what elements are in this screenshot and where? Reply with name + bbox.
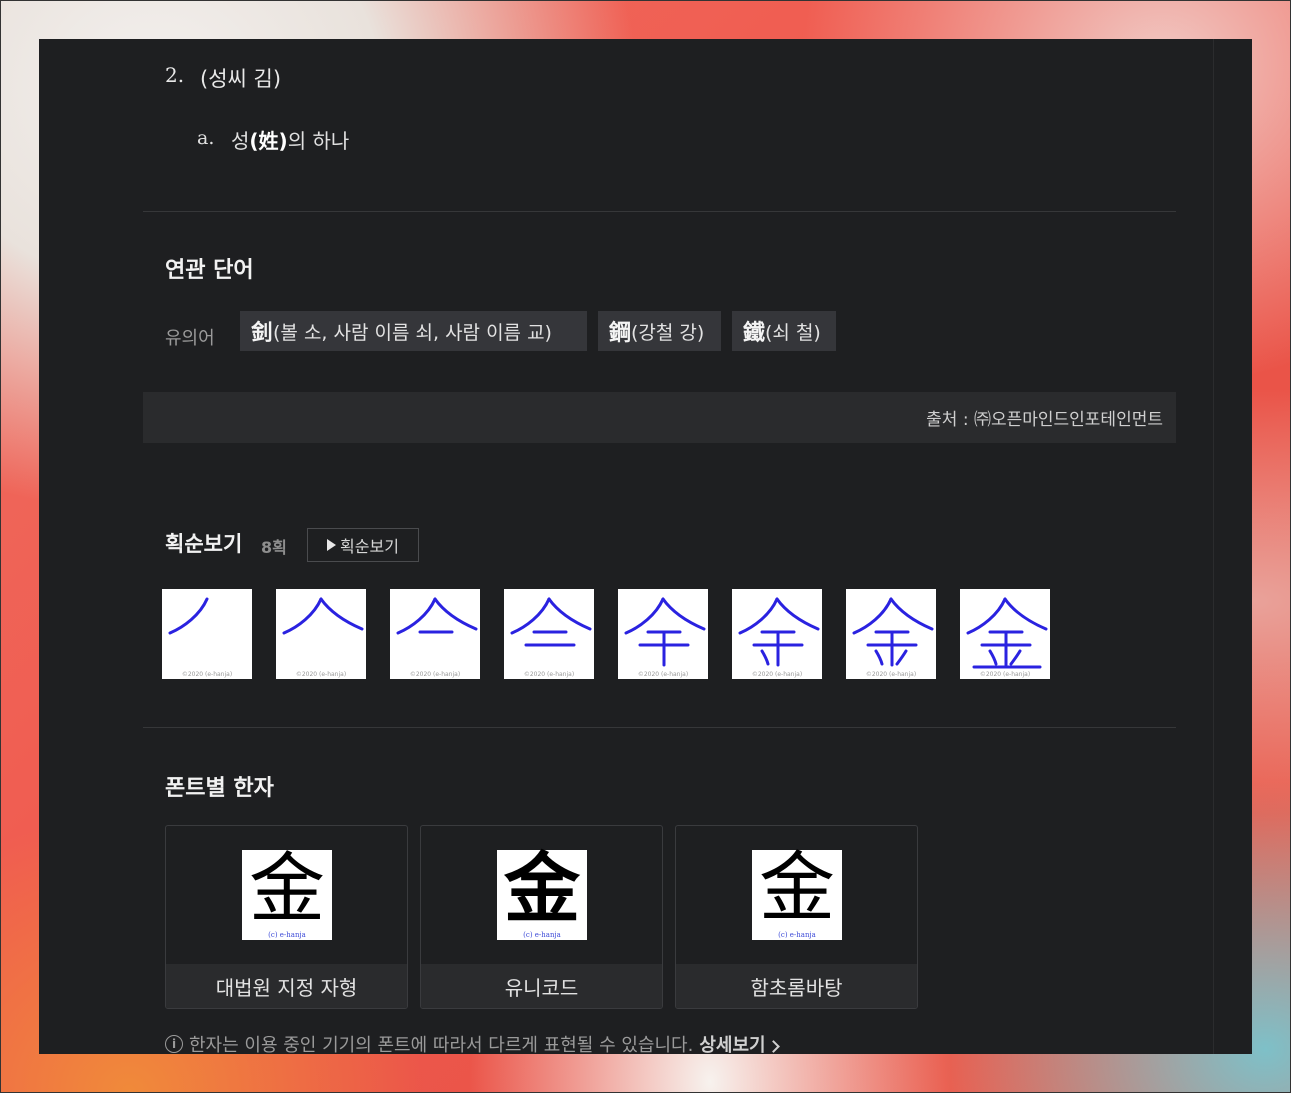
stroke-order-tile-4: ©2020 (e-hanja) [504,589,594,679]
stroke-order-title: 획순보기 [165,532,243,556]
font-glyph-image: 金 (c) e-hanja [752,847,842,940]
stroke-order-tile-3: ©2020 (e-hanja) [390,589,480,679]
font-hanja-title: 폰트별 한자 [165,776,274,801]
font-card-unicode[interactable]: 金 (c) e-hanja 유니코드 [420,825,663,1009]
stroke-order-glyph [168,597,209,635]
font-watermark: (c) e-hanja [523,931,561,939]
section-divider [143,727,1176,728]
stroke-order-glyph [282,597,364,635]
stroke-tile-copyright: ©2020 (e-hanja) [409,671,461,678]
stroke-path [966,597,1007,635]
stroke-path [895,649,908,666]
stroke-order-tile-8: ©2020 (e-hanja) [960,589,1050,679]
stroke-path [738,597,779,635]
sub-definition-number: a. [197,127,215,149]
stroke-path [282,597,323,635]
sub-definition-suffix: 의 하나 [287,129,350,153]
synonym-hanja: 釗 [251,321,274,346]
stroke-tile-copyright: ©2020 (e-hanja) [523,671,575,678]
synonym-label: 유의어 [165,328,215,349]
synonym-chip-so[interactable]: 釗 (볼 소, 사람 이름 쇠, 사람 이름 교) [240,311,587,351]
dictionary-panel: 2. (성씨 김) a. 성(姓)의 하나 연관 단어 유의어 釗 (볼 소, 사… [39,39,1252,1054]
play-icon [327,539,337,551]
stroke-path [547,597,592,631]
stroke-path [396,597,437,635]
synonym-hanja: 鋼 [609,321,632,346]
font-watermark: (c) e-hanja [778,931,816,939]
stroke-path [988,649,998,666]
stroke-path [1003,597,1048,631]
source-text: 출처 : ㈜오픈마인드인포테인먼트 [926,410,1163,430]
stroke-path [433,597,478,631]
chevron-right-icon [766,1040,780,1053]
stroke-path [168,597,209,635]
font-notice: i 한자는 이용 중인 기기의 폰트에 따라서 다르게 표현될 수 있습니다. … [165,1031,780,1054]
stroke-path [760,649,770,666]
stroke-order-tile-2: ©2020 (e-hanja) [276,589,366,679]
synonym-reading: (강철 강) [631,321,705,344]
stroke-order-tile-7: ©2020 (e-hanja) [846,589,936,679]
stroke-order-button-label: 획순보기 [340,537,399,556]
synonym-reading: (볼 소, 사람 이름 쇠, 사람 이름 교) [273,321,552,344]
stroke-tile-copyright: ©2020 (e-hanja) [181,671,233,678]
font-card-court[interactable]: 金 (c) e-hanja 대법원 지정 자형 [165,825,408,1009]
stroke-path [510,597,551,635]
sub-definition-hanja[interactable]: (姓) [249,129,287,153]
stroke-order-glyph [624,597,706,667]
stroke-path [874,649,884,666]
stroke-path [661,597,706,631]
font-card-label: 대법원 지정 자형 [166,964,407,1008]
stroke-path [1009,649,1022,666]
synonym-reading: (쇠 철) [765,321,821,344]
font-card-label: 함초롬바탕 [676,964,917,1008]
info-icon: i [165,1035,183,1053]
stroke-path [319,597,364,631]
font-glyph: 金 [249,844,325,933]
detail-link[interactable]: 상세보기 [699,1031,780,1054]
font-glyph: 金 [504,844,580,933]
synonym-chip-cheol[interactable]: 鐵 (쇠 철) [732,311,836,351]
font-watermark: (c) e-hanja [268,931,306,939]
font-glyph-image: 金 (c) e-hanja [242,844,332,940]
section-divider [143,211,1176,212]
stroke-path [889,597,934,631]
font-card-hamchorom[interactable]: 金 (c) e-hanja 함초롬바탕 [675,825,918,1009]
detail-link-label: 상세보기 [699,1035,766,1054]
stroke-order-glyph [966,597,1048,669]
stroke-path [624,597,665,635]
related-words-title: 연관 단어 [165,258,254,283]
stroke-order-glyph [510,597,592,647]
stroke-tile-copyright: ©2020 (e-hanja) [865,671,917,678]
stroke-order-tile-1: ©2020 (e-hanja) [162,589,252,679]
panel-divider-line [1213,39,1214,1054]
stroke-tile-copyright: ©2020 (e-hanja) [751,671,803,678]
font-glyph-image: 金 (c) e-hanja [497,844,587,940]
stroke-order-glyph [396,597,478,635]
source-bar: 출처 : ㈜오픈마인드인포테인먼트 [143,392,1176,443]
font-notice-text: 한자는 이용 중인 기기의 폰트에 따라서 다르게 표현될 수 있습니다. [189,1035,694,1054]
stroke-tile-copyright: ©2020 (e-hanja) [295,671,347,678]
stroke-order-tile-5: ©2020 (e-hanja) [618,589,708,679]
synonym-hanja: 鐵 [743,321,766,346]
synonym-chip-gang[interactable]: 鋼 (강철 강) [598,311,721,351]
stroke-order-glyph [852,597,934,667]
stroke-tile-copyright: ©2020 (e-hanja) [637,671,689,678]
stroke-order-glyph [738,597,820,667]
stroke-order-play-button[interactable]: 획순보기 [307,528,419,562]
stroke-path [852,597,893,635]
stroke-order-tile-6: ©2020 (e-hanja) [732,589,822,679]
sub-definition-prefix: 성 [231,129,250,153]
sub-definition-text: 성(姓)의 하나 [231,125,349,154]
stroke-path [775,597,820,631]
definition-text: (성씨 김) [200,67,282,91]
font-glyph: 金 [759,847,835,931]
stroke-count: 8획 [261,538,287,557]
stroke-tile-copyright: ©2020 (e-hanja) [979,671,1031,678]
font-card-label: 유니코드 [421,964,662,1008]
definition-number: 2. [165,63,185,87]
